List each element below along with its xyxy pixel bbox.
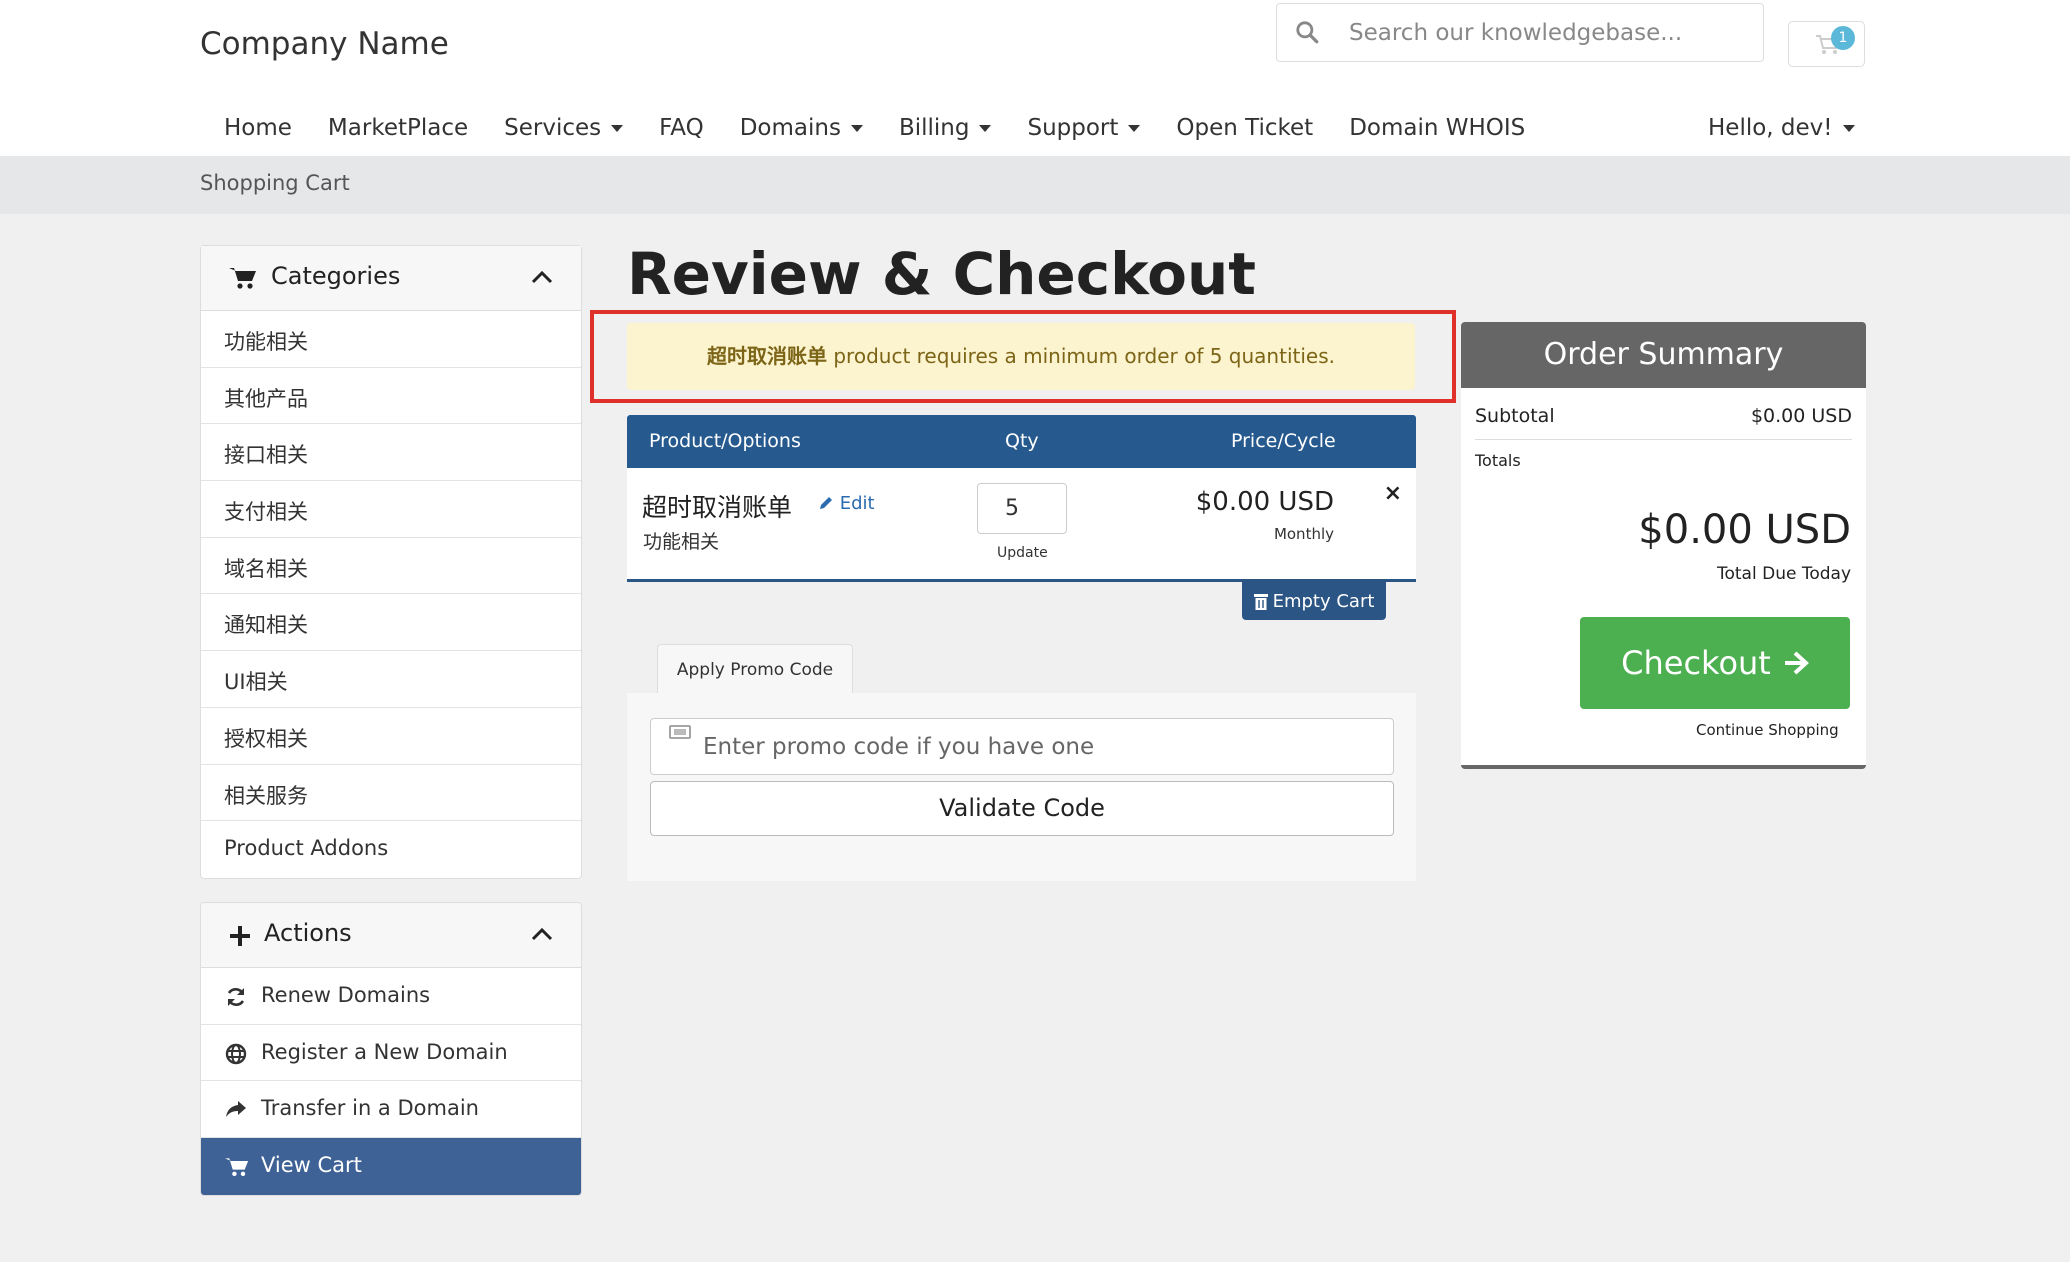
header-cart-button[interactable]: 1 xyxy=(1788,21,1865,67)
column-header: Product/Options xyxy=(649,430,801,452)
actions-panel: Actions Renew Domains Register a New Dom… xyxy=(200,902,582,1196)
update-link[interactable]: Update xyxy=(997,545,1048,561)
subtotal-label: Subtotal xyxy=(1475,405,1555,427)
plus-icon xyxy=(230,926,250,946)
category-item[interactable]: 支付相关 xyxy=(201,481,581,538)
category-item[interactable]: UI相关 xyxy=(201,651,581,708)
search-icon xyxy=(1296,21,1319,44)
checkout-button[interactable]: Checkout xyxy=(1580,617,1850,709)
main-nav: Home MarketPlace Services FAQ Domains Bi… xyxy=(206,110,1543,146)
cart-table-header: Product/Options Qty Price/Cycle xyxy=(627,415,1416,468)
caret-down-icon xyxy=(1128,124,1141,132)
cart-count-badge: 1 xyxy=(1831,26,1855,50)
cart-icon xyxy=(229,268,256,289)
promo-panel: Validate Code xyxy=(627,693,1416,881)
category-item[interactable]: 其他产品 xyxy=(201,368,581,425)
subtotal-row: Subtotal $0.00 USD xyxy=(1475,402,1852,440)
categories-title: Categories xyxy=(271,262,401,290)
caret-down-icon xyxy=(1842,124,1855,132)
billing-cycle: Monthly xyxy=(1273,525,1334,543)
cart-icon xyxy=(225,1158,249,1177)
category-item[interactable]: 功能相关 xyxy=(201,311,581,368)
product-name: 超时取消账单 xyxy=(642,493,793,522)
categories-header[interactable]: Categories xyxy=(201,246,581,311)
highlight-box xyxy=(590,310,1456,403)
pencil-icon xyxy=(820,497,832,509)
globe-icon xyxy=(225,1043,247,1064)
product-price: $0.00 USD xyxy=(1195,487,1334,517)
quantity-input[interactable] xyxy=(977,483,1067,534)
column-header: Qty xyxy=(1005,430,1039,452)
totals-label: Totals xyxy=(1475,451,1521,470)
empty-cart-button[interactable]: Empty Cart xyxy=(1242,582,1386,620)
action-view-cart[interactable]: View Cart xyxy=(201,1138,581,1195)
promo-code-input[interactable] xyxy=(703,727,1383,767)
category-item[interactable]: 相关服务 xyxy=(201,765,581,822)
chevron-up-icon[interactable] xyxy=(531,270,553,284)
subtotal-value: $0.00 USD xyxy=(1750,405,1852,427)
category-item[interactable]: 接口相关 xyxy=(201,424,581,482)
total-amount: $0.00 USD xyxy=(1638,507,1851,553)
category-item[interactable]: 通知相关 xyxy=(201,594,581,652)
category-item[interactable]: 授权相关 xyxy=(201,708,581,765)
site-header: Company Name 1 Home MarketPlace Services… xyxy=(0,0,2070,156)
brand-logo[interactable]: Company Name xyxy=(200,26,449,62)
promo-code-field[interactable] xyxy=(650,718,1394,775)
categories-panel: Categories 功能相关 其他产品 接口相关 支付相关 域名相关 通知相关… xyxy=(200,245,582,879)
actions-title: Actions xyxy=(264,919,352,947)
caret-down-icon xyxy=(979,124,992,132)
action-renew-domains[interactable]: Renew Domains xyxy=(201,968,581,1025)
remove-item-icon[interactable]: × xyxy=(1384,481,1402,506)
user-menu[interactable]: Hello, dev! xyxy=(1690,110,1873,146)
ticket-icon xyxy=(669,725,691,739)
search-box[interactable] xyxy=(1276,3,1764,62)
column-header: Price/Cycle xyxy=(1231,430,1336,452)
arrow-right-icon xyxy=(1784,651,1809,675)
search-input[interactable] xyxy=(1349,12,1749,54)
cart-table: Product/Options Qty Price/Cycle 超时取消账单 E… xyxy=(627,415,1416,582)
tab-apply-promo-code[interactable]: Apply Promo Code xyxy=(657,644,853,694)
caret-down-icon xyxy=(850,124,863,132)
caret-down-icon xyxy=(611,124,624,132)
product-group: 功能相关 xyxy=(643,531,720,553)
order-summary-title: Order Summary xyxy=(1461,322,1866,388)
actions-header[interactable]: Actions xyxy=(201,903,581,968)
page-title: Review & Checkout xyxy=(627,240,1257,308)
nav-open-ticket[interactable]: Open Ticket xyxy=(1158,110,1331,146)
total-due-label: Total Due Today xyxy=(1717,564,1851,584)
trash-icon xyxy=(1253,593,1268,610)
edit-link[interactable]: Edit xyxy=(818,493,875,514)
continue-shopping-link[interactable]: Continue Shopping xyxy=(1696,721,1839,739)
category-item[interactable]: 域名相关 xyxy=(201,538,581,595)
validate-code-button[interactable]: Validate Code xyxy=(650,781,1394,836)
action-register-domain[interactable]: Register a New Domain xyxy=(201,1025,581,1082)
nav-home[interactable]: Home xyxy=(206,110,310,146)
category-item[interactable]: Product Addons xyxy=(201,821,581,878)
nav-faq[interactable]: FAQ xyxy=(641,110,722,146)
order-summary: Order Summary Subtotal $0.00 USD Totals … xyxy=(1461,322,1866,769)
chevron-up-icon[interactable] xyxy=(531,927,553,941)
breadcrumb-current: Shopping Cart xyxy=(200,171,350,195)
nav-marketplace[interactable]: MarketPlace xyxy=(310,110,486,146)
refresh-icon xyxy=(227,988,245,1006)
nav-billing[interactable]: Billing xyxy=(881,110,1010,146)
nav-domains[interactable]: Domains xyxy=(722,110,881,146)
nav-support[interactable]: Support xyxy=(1009,110,1158,146)
action-transfer-domain[interactable]: Transfer in a Domain xyxy=(201,1081,581,1139)
share-arrow-icon xyxy=(226,1101,246,1118)
nav-domain-whois[interactable]: Domain WHOIS xyxy=(1331,110,1543,146)
nav-services[interactable]: Services xyxy=(486,110,641,146)
breadcrumb: Shopping Cart xyxy=(0,156,2070,214)
